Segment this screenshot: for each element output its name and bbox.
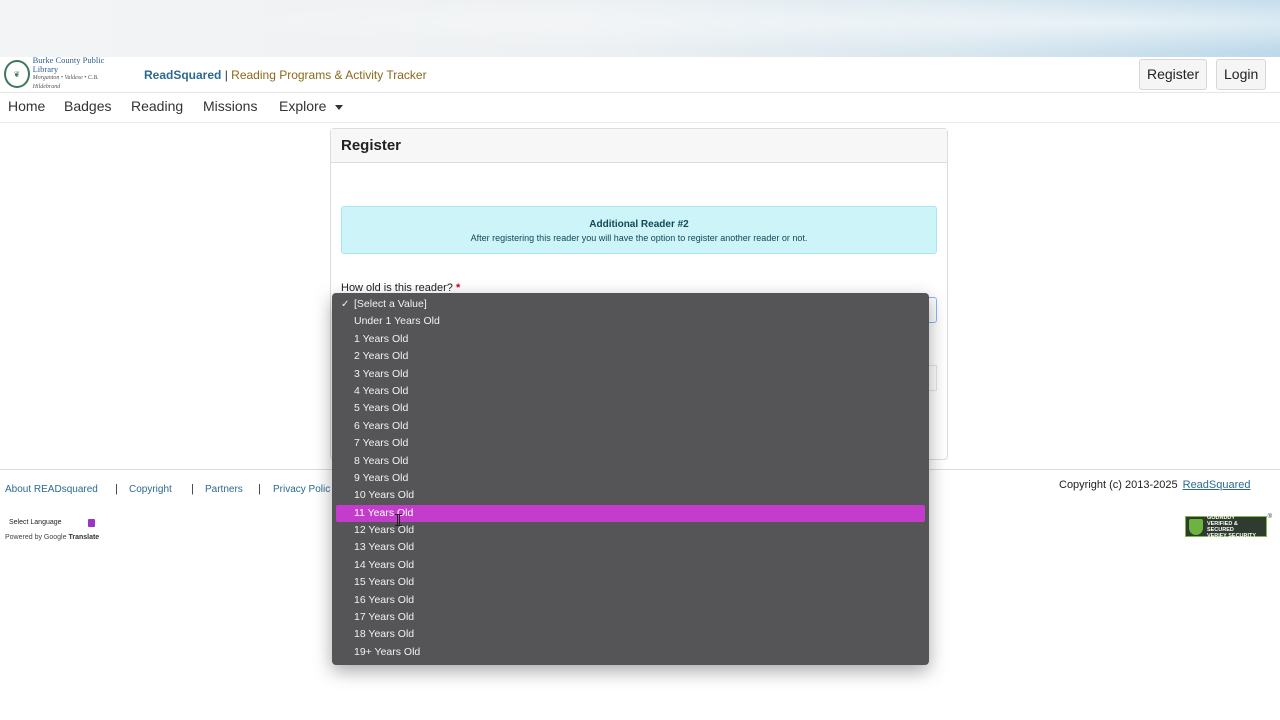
- footer-link-about[interactable]: About READsquared: [5, 484, 98, 495]
- dropdown-option[interactable]: ✓ [Select a Value]: [336, 296, 925, 313]
- footer-link-privacy[interactable]: Privacy Polic: [273, 484, 330, 495]
- dropdown-option[interactable]: 6 Years Old: [336, 418, 925, 435]
- dropdown-option[interactable]: 1 Years Old: [336, 331, 925, 348]
- dropdown-option[interactable]: 8 Years Old: [336, 453, 925, 470]
- dropdown-option[interactable]: 2 Years Old: [336, 348, 925, 365]
- dropdown-option[interactable]: 12 Years Old: [336, 522, 925, 539]
- caret-down-icon: [335, 104, 344, 110]
- powered-by-google: Powered by Google Translate: [5, 534, 100, 541]
- main-nav: Home Badges Reading Missions Explore: [0, 93, 1280, 123]
- dropdown-option[interactable]: 3 Years Old: [336, 366, 925, 383]
- card-title: Register: [331, 129, 947, 163]
- checkmark-icon: ✓: [341, 299, 350, 310]
- dropdown-option[interactable]: 11 Years Old: [336, 504, 925, 523]
- language-dropdown-icon[interactable]: [88, 519, 95, 527]
- alert-text: After registering this reader you will h…: [470, 233, 808, 243]
- readsquared-link[interactable]: ReadSquared: [1183, 479, 1251, 491]
- dropdown-option[interactable]: 13 Years Old: [336, 539, 925, 556]
- age-dropdown-menu: ✓ [Select a Value] Under 1 Years Old 1 Year…: [332, 293, 929, 665]
- brand-title: ReadSquared | Reading Programs & Activit…: [144, 68, 427, 82]
- register-button[interactable]: Register: [1139, 59, 1208, 90]
- dropdown-option[interactable]: 17 Years Old: [336, 609, 925, 626]
- library-logo[interactable]: ❦ Burke County Public Library Morganton …: [4, 55, 122, 90]
- dropdown-option[interactable]: 19+ Years Old: [336, 644, 925, 661]
- dropdown-option[interactable]: 9 Years Old: [336, 470, 925, 487]
- alert-title: Additional Reader #2: [589, 219, 689, 230]
- nav-reading[interactable]: Reading: [131, 98, 183, 114]
- dropdown-option[interactable]: 14 Years Old: [336, 557, 925, 574]
- dropdown-option[interactable]: 18 Years Old: [336, 626, 925, 643]
- nav-home[interactable]: Home: [8, 98, 45, 114]
- dropdown-option[interactable]: Under 1 Years Old: [336, 313, 925, 330]
- next-field[interactable]: [929, 365, 937, 391]
- library-seal-icon: ❦: [4, 60, 30, 88]
- logo-line1: Burke County Public Library: [32, 55, 105, 74]
- footer-link-partners[interactable]: Partners: [205, 484, 243, 495]
- top-banner: [0, 0, 1280, 57]
- logo-line2: Morganton • Valdese • C.B. Hildebrand: [32, 75, 99, 90]
- dropdown-option[interactable]: 7 Years Old: [336, 435, 925, 452]
- nav-explore[interactable]: Explore: [279, 98, 344, 114]
- dropdown-option[interactable]: 15 Years Old: [336, 574, 925, 591]
- dropdown-option[interactable]: 16 Years Old: [336, 592, 925, 609]
- godaddy-secured-badge[interactable]: GODADDY VERIFIED & SECURED VERIFY SECURI…: [1185, 514, 1272, 539]
- info-alert: Additional Reader #2 After registering t…: [341, 206, 937, 254]
- footer-link-copyright[interactable]: Copyright: [129, 484, 172, 495]
- login-button[interactable]: Login: [1216, 59, 1267, 90]
- registered-mark: ®: [1267, 514, 1272, 520]
- brand-tagline: Reading Programs & Activity Tracker: [231, 68, 427, 82]
- dropdown-option[interactable]: 10 Years Old: [336, 487, 925, 504]
- nav-missions[interactable]: Missions: [203, 98, 257, 114]
- text-cursor-icon: [395, 514, 402, 526]
- header-bar: ❦ Burke County Public Library Morganton …: [0, 55, 1280, 93]
- nav-badges[interactable]: Badges: [64, 98, 111, 114]
- language-select[interactable]: Select Language: [5, 517, 97, 529]
- shield-icon: [1189, 518, 1203, 535]
- dropdown-option[interactable]: 5 Years Old: [336, 400, 925, 417]
- brand-name[interactable]: ReadSquared: [144, 68, 221, 82]
- copyright-notice: Copyright (c) 2013-2025 ReadSquared: [1059, 479, 1251, 491]
- dropdown-option[interactable]: 4 Years Old: [336, 383, 925, 400]
